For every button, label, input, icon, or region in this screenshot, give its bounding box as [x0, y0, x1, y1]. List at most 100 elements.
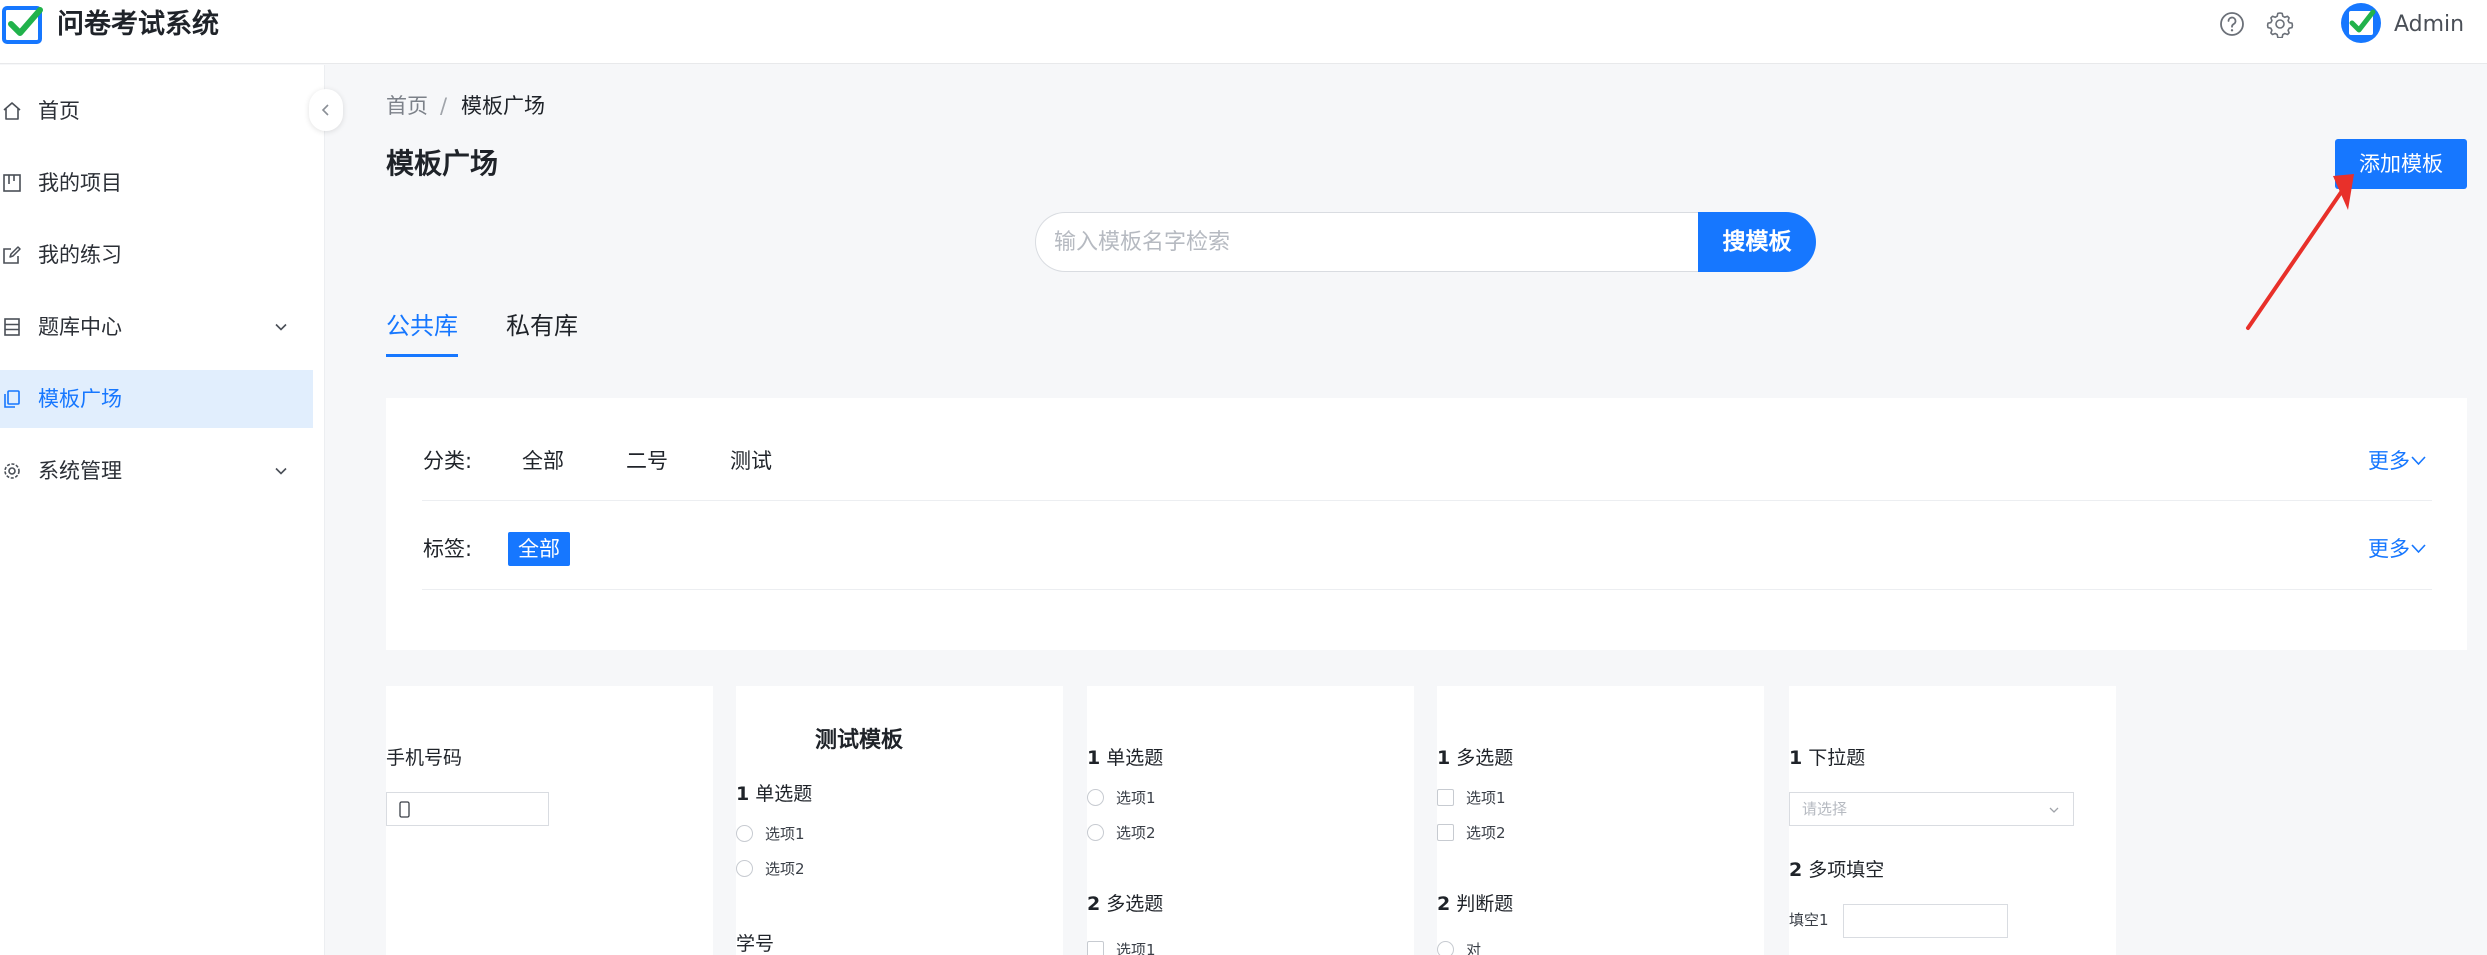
avatar[interactable] [2340, 2, 2382, 44]
question-text: 多项填空 [1808, 859, 1885, 881]
sidebar-item-label: 我的项目 [38, 171, 122, 195]
option-label: 对 [1466, 941, 1482, 955]
question-title: 1 多选题 [1437, 744, 1513, 772]
template-card[interactable]: 测试模板 1 单选题 选项1 选项2 学号 [736, 686, 1063, 955]
tab-public-library[interactable]: 公共库 [386, 309, 458, 343]
gear-icon[interactable] [2266, 10, 2294, 38]
option-label: 选项2 [1116, 824, 1156, 842]
sidebar-collapse-button[interactable] [309, 89, 343, 131]
sidebar-item-question-bank[interactable]: 题库中心 [0, 298, 313, 356]
question-title: 2 判断题 [1437, 890, 1513, 918]
option-item: 选项2 [1087, 821, 1156, 845]
chevron-left-icon [321, 104, 329, 116]
chevron-down-icon[interactable] [272, 318, 290, 336]
question-number: 1 [736, 783, 750, 805]
option-item: 对 [1437, 938, 1481, 955]
tab-private-library[interactable]: 私有库 [506, 309, 578, 343]
radio-icon [1087, 823, 1104, 841]
chevron-down-icon [2411, 456, 2426, 466]
search-template-button[interactable]: 搜模板 [1698, 212, 1816, 272]
edit-icon [3, 246, 21, 264]
question-text: 单选题 [755, 783, 813, 805]
sidebar-item-label: 首页 [38, 99, 80, 123]
question-text: 单选题 [1106, 747, 1164, 769]
user-name[interactable]: Admin [2394, 10, 2464, 40]
breadcrumb-home[interactable]: 首页 [386, 92, 428, 120]
category-filter-label: 分类: [423, 449, 473, 473]
sidebar-item-label: 题库中心 [38, 315, 122, 339]
breadcrumb-separator: / [440, 94, 448, 118]
chevron-down-icon[interactable] [272, 462, 290, 480]
chevron-down-icon [2049, 807, 2059, 813]
sidebar-item-template-square[interactable]: 模板广场 [0, 370, 313, 428]
radio-icon [736, 859, 753, 877]
more-label: 更多 [2368, 537, 2410, 561]
template-icon [4, 390, 20, 408]
template-heading: 测试模板 [815, 728, 904, 753]
template-card[interactable]: 1 多选题 选项1 选项2 2 判断题 对 [1437, 686, 1764, 955]
tag-more-link[interactable]: 更多 [2368, 534, 2427, 564]
sidebar-item-label: 系统管理 [38, 459, 122, 483]
database-icon [4, 318, 20, 336]
question-title: 学号 [736, 933, 775, 955]
top-header: 问卷考试系统 Admin [0, 0, 2487, 64]
question-title: 2 多项填空 [1789, 856, 1884, 884]
option-item: 选项2 [1437, 821, 1506, 845]
help-circle-icon[interactable] [2218, 10, 2246, 38]
radio-icon [1437, 940, 1454, 955]
question-title: 1 下拉题 [1789, 744, 1865, 772]
phone-icon [399, 801, 410, 818]
sidebar-item-practice[interactable]: 我的练习 [0, 226, 313, 284]
question-title: 1 单选题 [1087, 744, 1163, 772]
more-label: 更多 [2368, 449, 2410, 473]
checkbox-icon [1087, 940, 1104, 955]
chevron-down-icon [2411, 544, 2426, 554]
radio-icon [1087, 788, 1104, 806]
sidebar-item-label: 我的练习 [38, 243, 122, 267]
option-label: 选项1 [1116, 789, 1156, 807]
sidebar-item-projects[interactable]: 我的项目 [0, 154, 313, 212]
category-option-2[interactable]: 二号 [626, 446, 668, 476]
sidebar: 首页 我的项目 我的练习 题库中心 模板广场 系统管理 [0, 65, 325, 955]
sidebar-item-home[interactable]: 首页 [0, 82, 313, 140]
question-number: 2 [1437, 893, 1451, 915]
question-title: 2 多选题 [1087, 890, 1163, 918]
dropdown-placeholder: 请选择 [1802, 800, 1848, 818]
template-search-input[interactable] [1035, 212, 1700, 272]
question-number: 1 [1437, 747, 1451, 769]
radio-icon [736, 824, 753, 842]
filter-panel: 分类: 全部 二号 测试 更多 标签: 全部 更多 [386, 398, 2467, 650]
annotation-arrow [2246, 174, 2354, 330]
active-tab-indicator [386, 354, 458, 357]
question-number: 1 [1087, 747, 1101, 769]
template-card[interactable]: 1 下拉题 请选择 2 多项填空 填空1 [1789, 686, 2116, 955]
question-text: 多选题 [1106, 893, 1164, 915]
category-option-all[interactable]: 全部 [522, 446, 564, 476]
app-title: 问卷考试系统 [57, 9, 219, 40]
option-item: 选项1 [1087, 938, 1156, 955]
option-item: 选项1 [1437, 786, 1506, 810]
app-logo-icon[interactable] [2, 4, 44, 46]
option-label: 选项1 [765, 825, 805, 843]
tag-filter-label: 标签: [423, 537, 473, 561]
dropdown-preview: 请选择 [1789, 792, 2074, 826]
question-title: 1 单选题 [736, 780, 812, 808]
question-number: 1 [1789, 747, 1803, 769]
filter-divider [422, 589, 2432, 590]
sidebar-item-system[interactable]: 系统管理 [0, 442, 313, 500]
question-text: 判断题 [1456, 893, 1514, 915]
tag-option-all[interactable]: 全部 [508, 532, 570, 566]
phone-input-preview [386, 792, 549, 826]
sidebar-item-label: 模板广场 [38, 387, 122, 411]
category-option-test[interactable]: 测试 [730, 446, 772, 476]
breadcrumb-current: 模板广场 [461, 94, 545, 118]
option-item: 选项2 [736, 857, 805, 881]
home-icon [3, 102, 21, 120]
question-text: 多选题 [1456, 747, 1514, 769]
checkbox-icon [1437, 823, 1454, 841]
question-number: 2 [1789, 859, 1803, 881]
template-card[interactable]: 手机号码 [386, 686, 713, 955]
page-title: 模板广场 [386, 147, 499, 180]
template-card[interactable]: 1 单选题 选项1 选项2 2 多选题 选项1 [1087, 686, 1414, 955]
category-more-link[interactable]: 更多 [2368, 446, 2427, 476]
